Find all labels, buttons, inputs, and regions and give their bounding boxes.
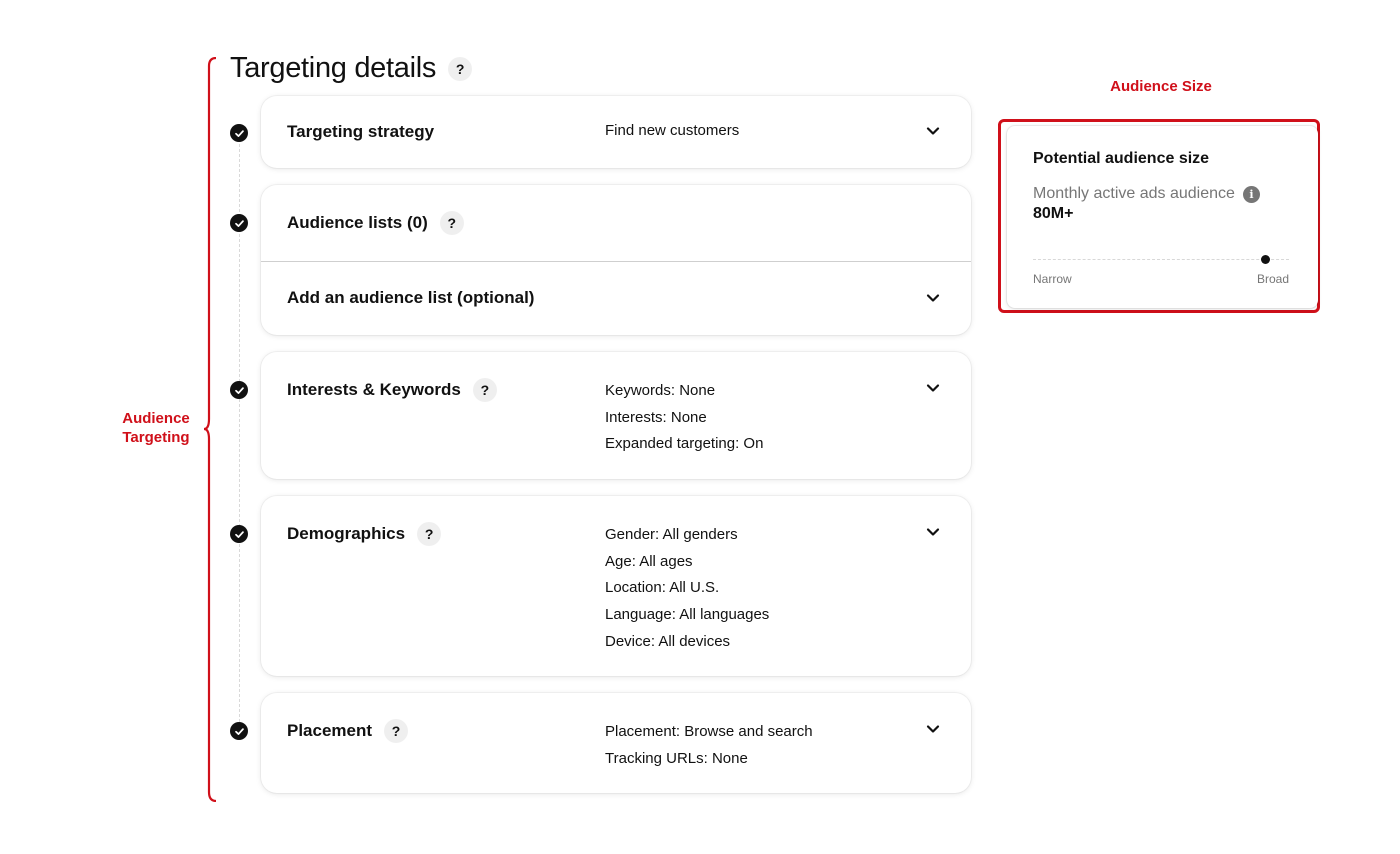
interests-keywords-values: Keywords: None Interests: None Expanded … — [605, 378, 763, 458]
audience-targeting-brace — [203, 57, 217, 802]
help-icon[interactable]: ? — [417, 522, 442, 546]
page-title: Targeting details ? — [230, 52, 473, 85]
check-circle-icon — [230, 214, 248, 232]
expanded-targeting-value: Expanded targeting: On — [605, 435, 764, 453]
check-circle-icon — [230, 381, 248, 399]
demographics-label: Demographics ? — [287, 522, 442, 546]
chevron-down-icon[interactable] — [925, 721, 941, 737]
interests-keywords-label: Interests & Keywords ? — [287, 378, 497, 402]
audience-lists-label: Audience lists (0) ? — [287, 211, 464, 235]
audience-size-value: 80M+ — [1033, 205, 1074, 222]
chevron-down-icon[interactable] — [925, 123, 941, 139]
placement-card[interactable]: Placement ? Placement: Browse and search… — [261, 693, 971, 793]
placement-values: Placement: Browse and search Tracking UR… — [605, 719, 813, 772]
language-value: Language: All languages — [605, 606, 770, 624]
placement-label: Placement ? — [287, 719, 409, 743]
help-icon[interactable]: ? — [439, 211, 464, 235]
placement-value: Placement: Browse and search — [605, 723, 813, 740]
chevron-down-icon[interactable] — [925, 524, 941, 540]
location-value: Location: All U.S. — [605, 579, 720, 597]
info-icon[interactable]: i — [1242, 185, 1260, 203]
audience-size-meter — [1033, 255, 1289, 264]
help-icon[interactable]: ? — [384, 719, 409, 743]
targeting-page: Audience Targeting Targeting details ? T… — [0, 0, 1400, 854]
targeting-strategy-label: Targeting strategy — [287, 122, 435, 141]
age-value: Age: All ages — [605, 552, 693, 570]
meter-narrow-label: Narrow — [1033, 272, 1072, 286]
audience-size-title: Potential audience size — [1033, 150, 1210, 167]
tracking-urls-value: Tracking URLs: None — [605, 749, 748, 767]
page-title-text: Targeting details — [230, 52, 437, 84]
interests-value: Interests: None — [605, 408, 707, 426]
audience-size-subtitle: Monthly active ads audience i — [1033, 185, 1260, 203]
chevron-down-icon[interactable] — [925, 290, 941, 306]
demographics-values: Gender: All genders Age: All ages Locati… — [605, 522, 769, 656]
keywords-value: Keywords: None — [605, 382, 716, 399]
gender-value: Gender: All genders — [605, 526, 738, 543]
add-audience-list-label[interactable]: Add an audience list (optional) — [287, 288, 534, 308]
meter-indicator — [1261, 255, 1271, 264]
check-circle-icon — [230, 525, 248, 543]
audience-targeting-annotation: Audience Targeting — [122, 410, 190, 446]
demographics-card[interactable]: Demographics ? Gender: All genders Age: … — [261, 496, 971, 676]
device-value: Device: All devices — [605, 632, 731, 650]
targeting-strategy-value: Find new customers — [605, 122, 740, 139]
check-circle-icon — [230, 722, 248, 740]
audience-size-annotation: Audience Size — [1110, 78, 1212, 95]
interests-keywords-card[interactable]: Interests & Keywords ? Keywords: None In… — [261, 352, 971, 479]
help-icon[interactable]: ? — [472, 378, 497, 402]
divider — [261, 261, 971, 262]
audience-size-card: Potential audience size Monthly active a… — [1007, 126, 1318, 308]
help-icon[interactable]: ? — [448, 56, 473, 81]
meter-broad-label: Broad — [1256, 272, 1289, 286]
targeting-strategy-card[interactable]: Targeting strategy Find new customers — [261, 96, 971, 168]
check-circle-icon — [230, 124, 248, 142]
chevron-down-icon[interactable] — [925, 380, 941, 396]
audience-lists-card: Audience lists (0) ? Add an audience lis… — [261, 185, 971, 335]
